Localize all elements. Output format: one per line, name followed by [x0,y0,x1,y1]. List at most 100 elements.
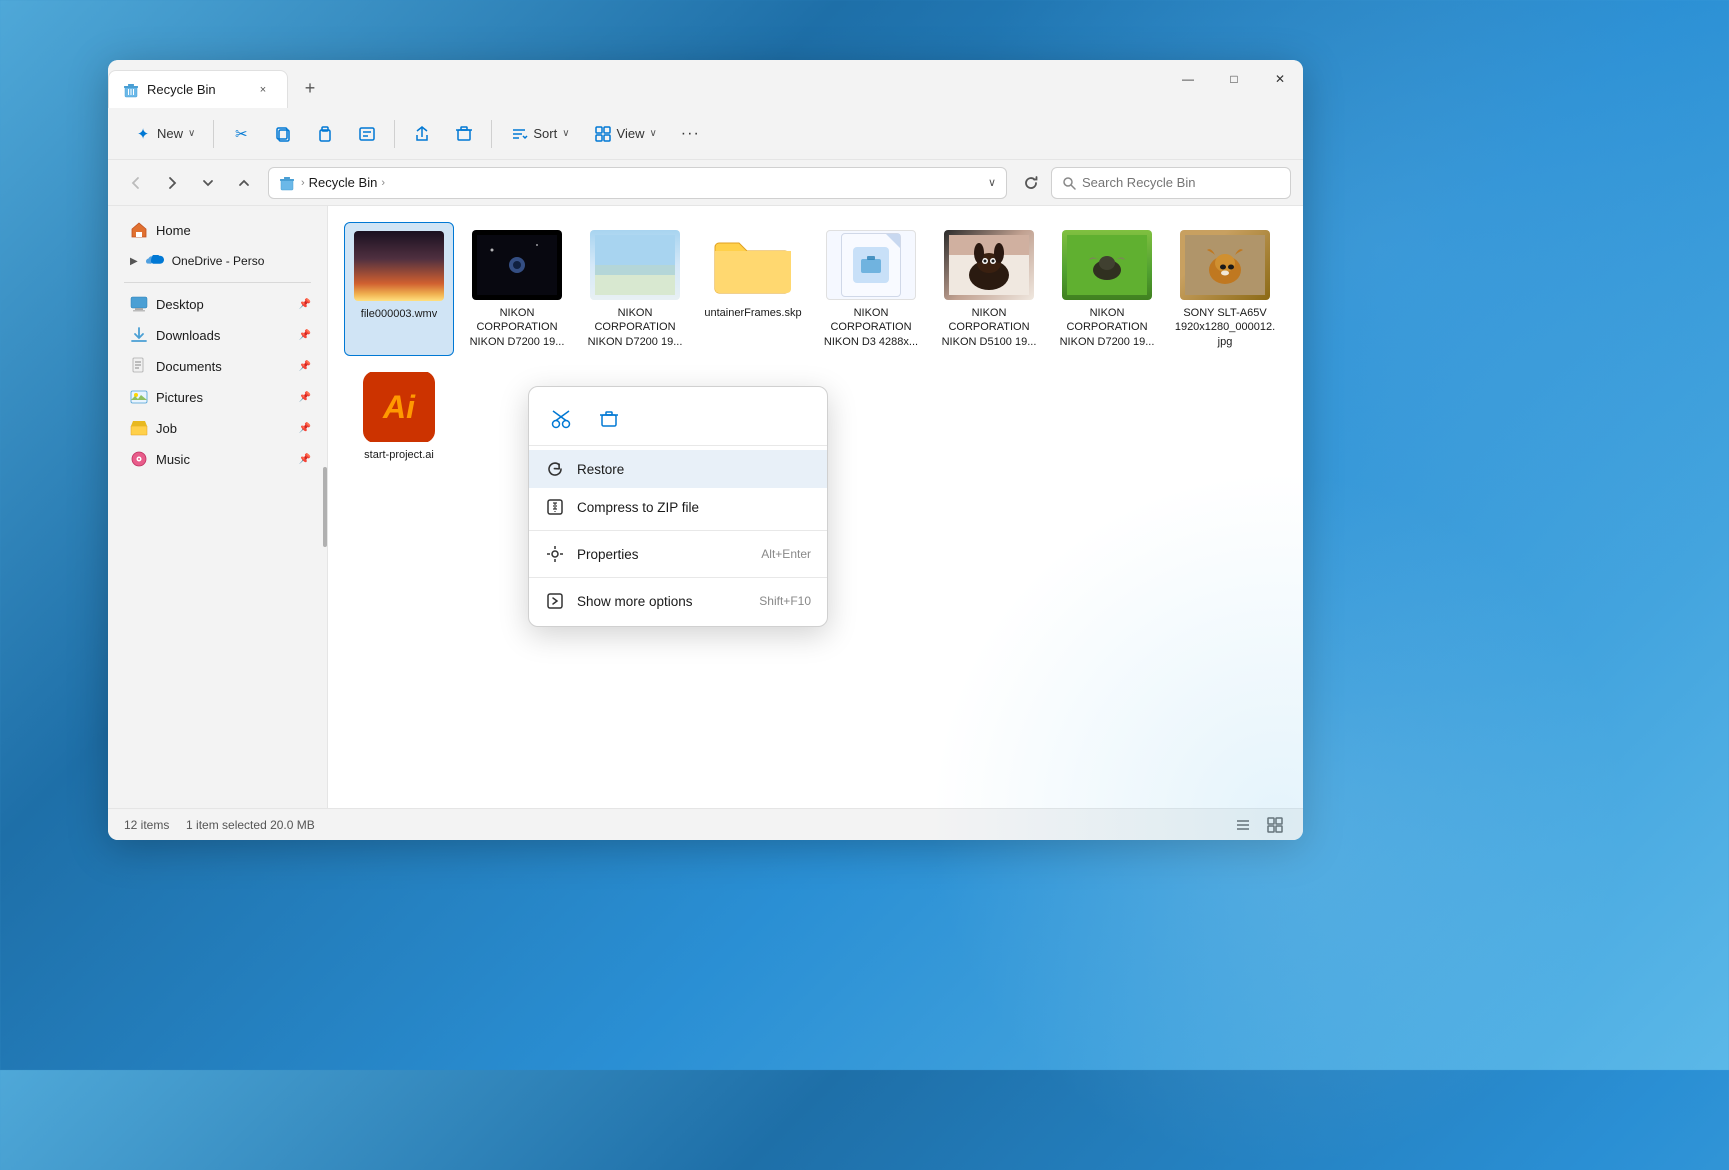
up-button[interactable] [228,167,260,199]
cut-icon: ✂ [232,125,250,143]
sidebar-item-downloads[interactable]: Downloads 📌 [114,320,321,350]
file-explorer-window: Recycle Bin × + — □ ✕ ✦ New ∨ ✂ [108,60,1303,840]
file-thumb-1 [472,230,562,300]
sort-button[interactable]: Sort ∨ [500,119,579,149]
sidebar-item-pictures[interactable]: Pictures 📌 [114,382,321,412]
job-pin-icon: 📌 [299,423,311,434]
file-thumb-3 [708,230,798,300]
context-divider-2 [529,577,827,578]
downloads-icon [130,326,148,344]
job-icon [130,419,148,437]
context-divider-1 [529,530,827,531]
copy-button[interactable] [264,119,302,149]
file-item-7[interactable]: SONY SLT-A65V 1920x1280_000012.jpg [1170,222,1280,356]
file-item-8[interactable]: Ai start-project.ai [344,364,454,470]
selected-info: 1 item selected 20.0 MB [186,818,315,832]
more-options-icon [545,591,565,611]
sidebar-divider-1 [124,282,311,283]
sidebar-item-music[interactable]: Music 📌 [114,444,321,474]
delete-icon [455,125,473,143]
context-menu-top-actions [529,393,827,446]
breadcrumb-separator-1: › [301,177,305,189]
rename-icon [358,125,376,143]
list-view-button[interactable] [1231,813,1255,837]
nav-bar: › Recycle Bin › ∨ [108,160,1303,206]
file-name-8: start-project.ai [364,448,434,462]
context-cut-button[interactable] [543,401,579,437]
documents-pin-icon: 📌 [299,361,311,372]
file-item-2[interactable]: NIKON CORPORATION NIKON D7200 19... [580,222,690,356]
rename-button[interactable] [348,119,386,149]
sort-label: Sort [533,126,557,141]
status-bar: 12 items 1 item selected 20.0 MB [108,808,1303,840]
toolbar-separator-1 [213,120,214,148]
back-button[interactable] [120,167,152,199]
file-thumb-6 [1062,230,1152,300]
context-delete-button[interactable] [591,401,627,437]
sidebar-onedrive-label: OneDrive - Perso [172,254,265,268]
items-count: 12 items [124,818,169,832]
cut-button[interactable]: ✂ [222,119,260,149]
restore-label: Restore [577,462,624,477]
breadcrumb-recycle-icon [279,175,295,191]
recycle-bin-tab[interactable]: Recycle Bin × [108,70,288,108]
breadcrumb-text: › Recycle Bin › [301,175,385,190]
sidebar-item-home[interactable]: Home [114,215,321,245]
pictures-pin-icon: 📌 [299,392,311,403]
context-compress-button[interactable]: Compress to ZIP file [529,488,827,526]
grid-view-button[interactable] [1263,813,1287,837]
more-options-shortcut: Shift+F10 [759,594,811,608]
minimize-button[interactable]: — [1165,62,1211,96]
new-tab-button[interactable]: + [292,70,328,106]
more-button[interactable]: ··· [671,119,710,149]
sidebar: Home ▶ OneDrive - Perso Desktop 📌 [108,206,328,808]
file-area: file000003.wmv NIKON CORPORATION NIKON D… [328,206,1303,808]
recycle-bin-tab-icon [123,82,139,98]
share-button[interactable] [403,119,441,149]
window-controls: — □ ✕ [1165,60,1303,108]
file-item-0[interactable]: file000003.wmv [344,222,454,356]
sidebar-item-desktop[interactable]: Desktop 📌 [114,289,321,319]
search-box[interactable] [1051,167,1291,199]
close-button[interactable]: ✕ [1257,62,1303,96]
new-icon: ✦ [134,125,152,143]
delete-button[interactable] [445,119,483,149]
context-properties-button[interactable]: Properties Alt+Enter [529,535,827,573]
view-button[interactable]: View ∨ [584,119,667,149]
breadcrumb-path: Recycle Bin [309,175,378,190]
properties-shortcut: Alt+Enter [761,547,811,561]
file-name-2: NIKON CORPORATION NIKON D7200 19... [584,306,686,348]
compress-icon [545,497,565,517]
breadcrumb-expand-button[interactable]: ∨ [988,176,996,189]
sort-chevron: ∨ [562,128,569,139]
maximize-button[interactable]: □ [1211,62,1257,96]
status-left: 12 items 1 item selected 20.0 MB [124,818,315,832]
file-item-3[interactable]: untainerFrames.skp [698,222,808,356]
recent-locations-button[interactable] [192,167,224,199]
sidebar-pictures-label: Pictures [156,390,203,405]
file-item-6[interactable]: NIKON CORPORATION NIKON D7200 19... [1052,222,1162,356]
sidebar-item-documents[interactable]: Documents 📌 [114,351,321,381]
paste-button[interactable] [306,119,344,149]
search-input[interactable] [1082,175,1280,190]
tab-close-button[interactable]: × [253,80,273,100]
view-icon [594,125,612,143]
view-label: View [617,126,645,141]
forward-button[interactable] [156,167,188,199]
sidebar-scrollbar[interactable] [323,467,327,547]
sidebar-downloads-label: Downloads [156,328,220,343]
music-icon [130,450,148,468]
sidebar-item-onedrive[interactable]: ▶ OneDrive - Perso [114,246,321,276]
sidebar-item-job[interactable]: Job 📌 [114,413,321,443]
downloads-pin-icon: 📌 [299,330,311,341]
context-more-options-button[interactable]: Show more options Shift+F10 [529,582,827,620]
context-restore-button[interactable]: Restore [529,450,827,488]
desktop-icon [130,295,148,313]
new-button[interactable]: ✦ New ∨ [124,119,205,149]
file-item-4[interactable]: NIKON CORPORATION NIKON D3 4288x... [816,222,926,356]
documents-icon [130,357,148,375]
file-item-1[interactable]: NIKON CORPORATION NIKON D7200 19... [462,222,572,356]
refresh-button[interactable] [1015,167,1047,199]
breadcrumb[interactable]: › Recycle Bin › ∨ [268,167,1007,199]
file-item-5[interactable]: NIKON CORPORATION NIKON D5100 19... [934,222,1044,356]
